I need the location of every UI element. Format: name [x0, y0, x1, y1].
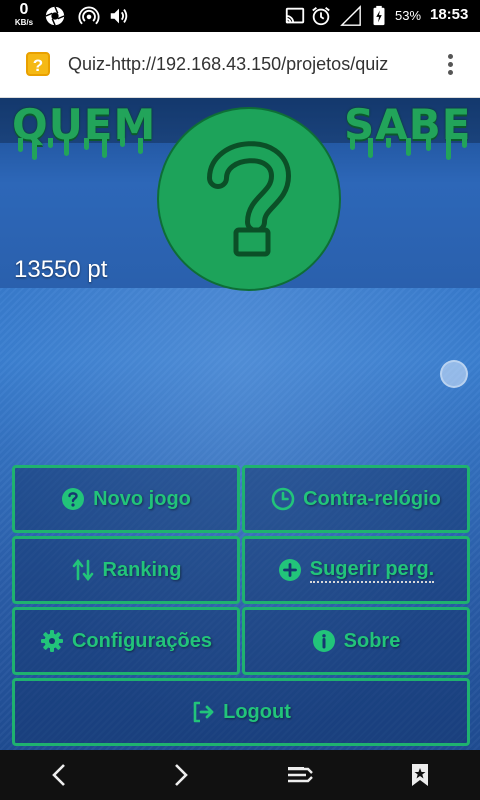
- battery-percent: 53%: [395, 8, 422, 23]
- logo-drips-right: [346, 138, 470, 162]
- network-speed-value: 0: [19, 1, 29, 18]
- novo-jogo-label: Novo jogo: [93, 487, 191, 510]
- question-mark-logo-icon: [157, 107, 341, 291]
- info-circle-icon: [312, 630, 335, 652]
- sobre-label: Sobre: [343, 629, 401, 652]
- battery-icon: [373, 5, 385, 26]
- status-bar: 0 KB/s 53% 18:53: [0, 0, 480, 32]
- sobre-button[interactable]: Sobre: [242, 607, 470, 675]
- favicon-icon: ?: [26, 52, 50, 76]
- plus-circle-icon: [278, 559, 301, 581]
- back-icon[interactable]: [46, 761, 74, 789]
- novo-jogo-button[interactable]: Novo jogo: [12, 465, 240, 533]
- gear-icon: [40, 630, 63, 652]
- sort-arrows-icon: [72, 558, 93, 582]
- hotspot-icon: [78, 6, 100, 25]
- cast-icon: [285, 7, 305, 24]
- logout-icon: [193, 701, 214, 723]
- overflow-menu-icon[interactable]: [438, 51, 462, 79]
- ranking-label: Ranking: [102, 558, 182, 581]
- configuracoes-label: Configurações: [71, 629, 213, 652]
- browser-bottom-bar: [0, 750, 480, 800]
- logout-button[interactable]: Logout: [12, 678, 470, 746]
- alarm-icon: [312, 7, 330, 26]
- clock-time: 18:53: [430, 6, 469, 23]
- floating-action-dot[interactable]: [440, 360, 468, 388]
- contra-relogio-button[interactable]: Contra-relógio: [242, 465, 470, 533]
- browser-address-bar: ? Quiz-http://192.168.43.150/projetos/qu…: [0, 32, 480, 98]
- forward-icon[interactable]: [166, 761, 194, 789]
- logout-label: Logout: [223, 700, 291, 723]
- sugerir-pergunta-label: Sugerir perg.: [309, 558, 435, 583]
- score-label: 13550 pt: [14, 256, 108, 283]
- signal-icon: [340, 5, 361, 26]
- sugerir-pergunta-button[interactable]: Sugerir perg.: [242, 536, 470, 604]
- bookmark-icon[interactable]: [406, 761, 434, 789]
- ranking-button[interactable]: Ranking: [12, 536, 240, 604]
- contra-relogio-label: Contra-relógio: [303, 487, 441, 510]
- tabs-icon[interactable]: [286, 761, 314, 789]
- volume-icon: [110, 8, 128, 24]
- network-speed-unit: KB/s: [14, 18, 34, 27]
- logo-drips-left: [14, 138, 154, 162]
- aperture-icon: [45, 6, 65, 26]
- configuracoes-button[interactable]: Configurações: [12, 607, 240, 675]
- question-circle-icon: [62, 488, 85, 510]
- clock-icon: [271, 487, 295, 511]
- network-speed: 0 KB/s: [10, 2, 38, 27]
- url-field[interactable]: Quiz-http://192.168.43.150/projetos/quiz: [68, 54, 408, 75]
- quiz-page: QUEM SABE 13550 pt Novo jogo Contra-reló…: [0, 98, 480, 750]
